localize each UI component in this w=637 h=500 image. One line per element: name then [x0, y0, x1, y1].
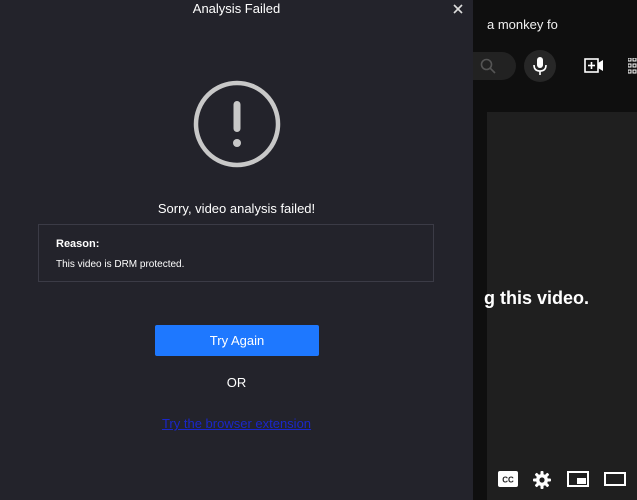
closed-captions-icon[interactable]: CC	[498, 471, 518, 487]
background-divider	[487, 92, 637, 112]
exclamation-circle-icon	[193, 80, 281, 168]
theater-mode-icon[interactable]	[604, 471, 626, 487]
reason-panel: Reason: This video is DRM protected.	[38, 224, 434, 282]
create-video-icon[interactable]	[584, 57, 604, 75]
settings-gear-icon[interactable]	[533, 471, 551, 489]
browser-extension-link[interactable]: Try the browser extension	[162, 416, 311, 431]
search-icon	[480, 58, 496, 74]
background-video-title[interactable]: a monkey fo	[487, 17, 558, 32]
close-icon	[453, 4, 463, 14]
or-separator: OR	[226, 375, 247, 390]
apps-grid-icon[interactable]	[628, 58, 637, 74]
video-controls-bar: CC	[487, 458, 637, 500]
miniplayer-icon[interactable]	[567, 471, 589, 487]
analysis-failed-dialog: Analysis Failed Sorry, video analysis fa…	[0, 0, 473, 500]
background-video-player[interactable]: g this video. CC	[484, 112, 637, 500]
browser-extension-link-container: Try the browser extension	[0, 416, 473, 431]
reason-text: This video is DRM protected.	[56, 259, 185, 270]
svg-text:CC: CC	[502, 476, 514, 485]
failure-message: Sorry, video analysis failed!	[157, 201, 316, 216]
microphone-icon	[533, 57, 547, 75]
try-again-button[interactable]: Try Again	[155, 325, 319, 356]
close-button[interactable]	[449, 0, 467, 18]
dialog-title: Analysis Failed	[192, 1, 281, 16]
background-voice-search-button[interactable]	[524, 50, 556, 82]
reason-label: Reason:	[56, 238, 100, 250]
video-error-message: g this video.	[484, 288, 590, 308]
